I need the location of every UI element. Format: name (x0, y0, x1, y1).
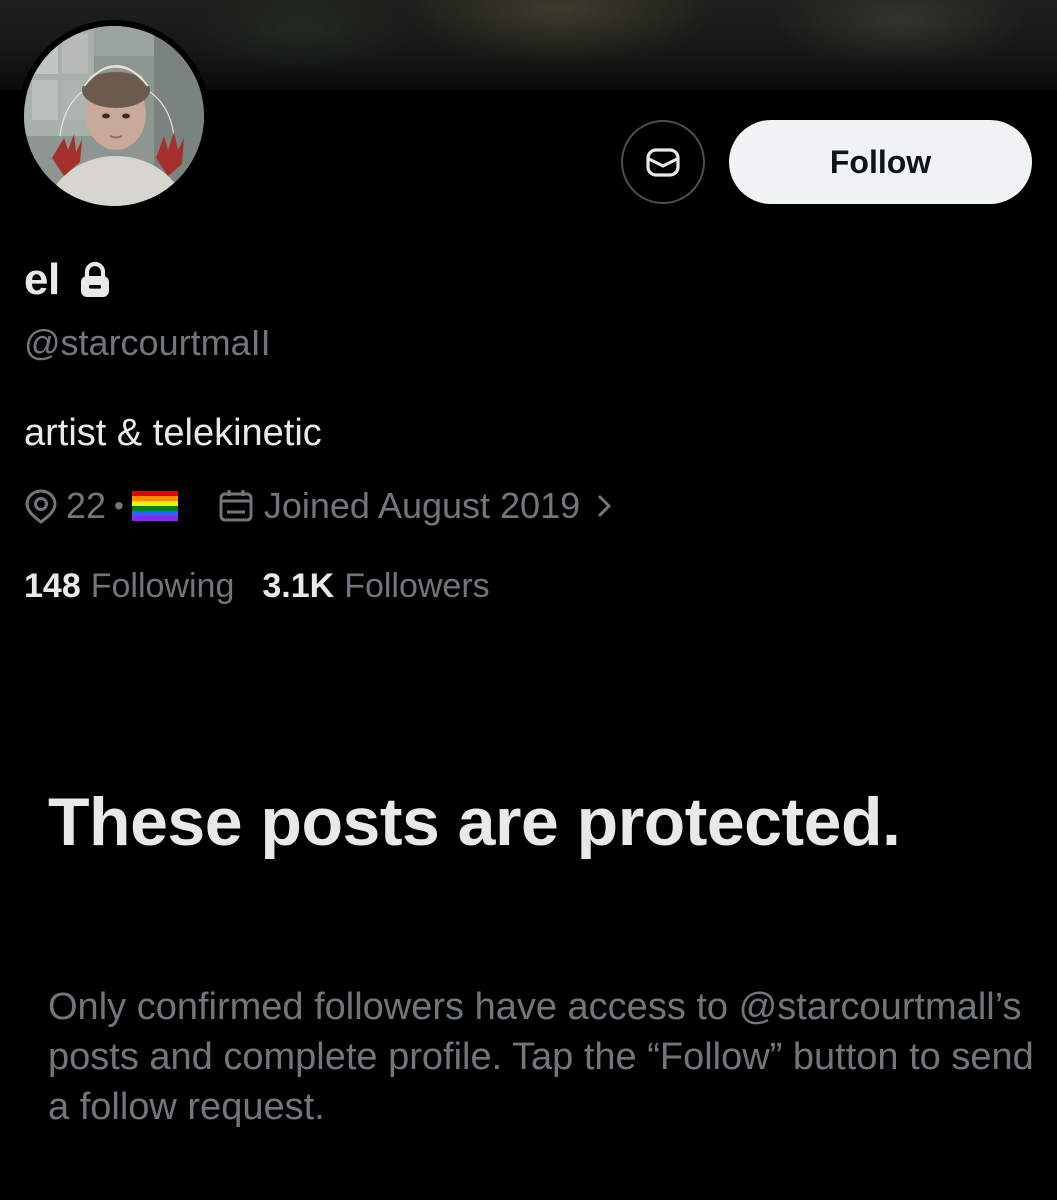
protected-title: These posts are protected. (48, 784, 901, 860)
location-separator: • (114, 490, 124, 521)
chevron-right-icon[interactable] (596, 492, 612, 520)
envelope-icon (643, 142, 683, 182)
lock-icon (78, 261, 112, 299)
message-button[interactable] (621, 120, 705, 204)
bio: artist & telekinetic (24, 412, 322, 454)
avatar-photo (24, 26, 204, 206)
follow-stats: 148 Following 3.1K Followers (24, 562, 490, 610)
display-name: el (24, 255, 60, 304)
protected-message: Only confirmed followers have access to … (48, 986, 1034, 1128)
following-label: Following (90, 566, 235, 605)
joined-date[interactable]: Joined August 2019 (264, 485, 580, 527)
rainbow-flag-icon (131, 491, 178, 521)
following-link[interactable]: 148 Following (24, 567, 234, 606)
followers-count: 3.1K (262, 566, 335, 605)
location-pin-icon (24, 488, 58, 524)
user-handle: @starcourtmaII (24, 322, 271, 363)
display-name-row: el (24, 254, 112, 306)
followers-label: Followers (344, 566, 490, 605)
follow-button[interactable]: Follow (729, 120, 1032, 204)
location-text: 22 (66, 485, 107, 526)
following-count: 148 (24, 566, 81, 605)
profile-meta: 22 • Joined August 2019 (24, 482, 612, 530)
followers-link[interactable]: 3.1K Followers (262, 567, 489, 606)
calendar-icon (218, 488, 254, 524)
avatar[interactable] (18, 20, 210, 212)
